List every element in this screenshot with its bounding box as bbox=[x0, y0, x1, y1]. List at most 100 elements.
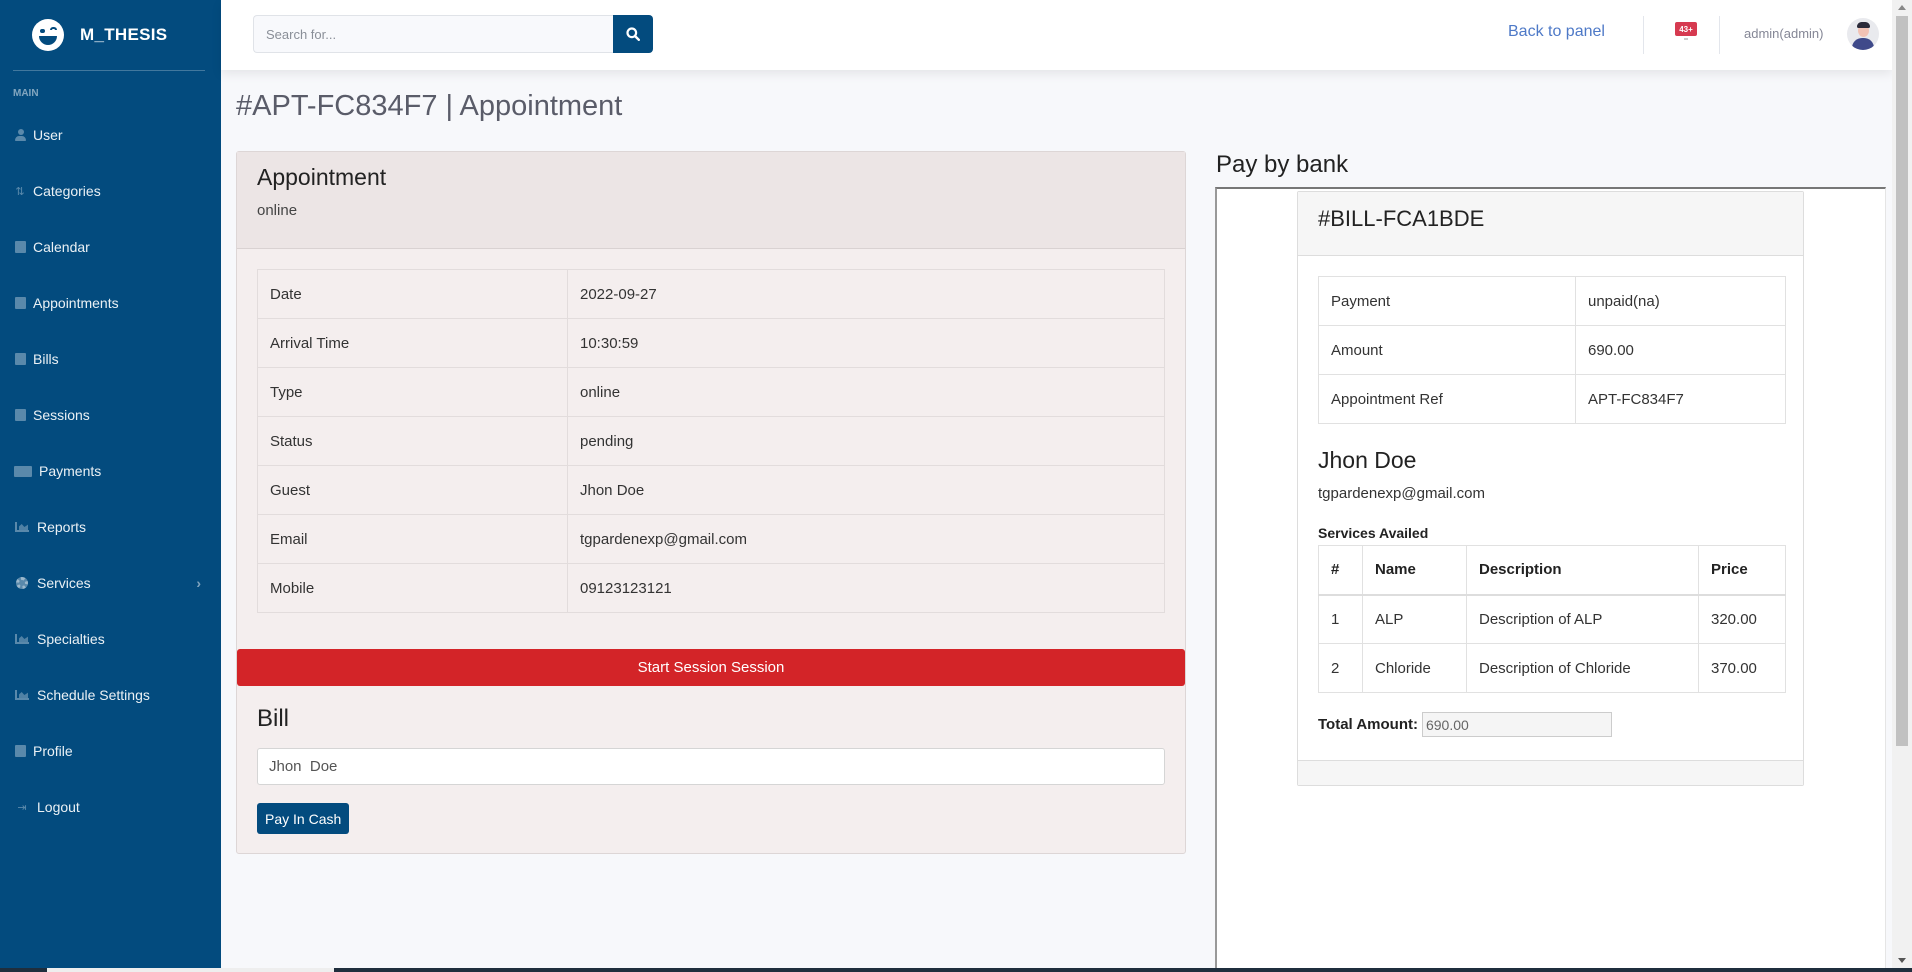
table-row: Type online bbox=[257, 367, 1165, 417]
table-header-row: # Name Description Price bbox=[1318, 545, 1786, 596]
sidebar-item-label: Sessions bbox=[33, 407, 90, 423]
column-header: Price bbox=[1698, 545, 1786, 596]
brand[interactable]: M_THESIS bbox=[0, 0, 221, 70]
bill-name-input[interactable] bbox=[257, 748, 1165, 785]
row-value: unpaid(na) bbox=[1575, 276, 1786, 326]
total-amount-field[interactable] bbox=[1421, 712, 1612, 737]
back-to-panel-link[interactable]: Back to panel bbox=[1508, 23, 1605, 41]
service-name: Chloride bbox=[1362, 643, 1467, 693]
appointment-details-table: Date 2022-09-27 Arrival Time 10:30:59 Ty… bbox=[257, 269, 1165, 613]
user-icon bbox=[13, 129, 27, 142]
column-header: Name bbox=[1362, 545, 1467, 596]
row-value: pending bbox=[567, 416, 1165, 466]
sidebar-item-bills[interactable]: Bills bbox=[0, 331, 221, 387]
sidebar-item-label: Calendar bbox=[33, 239, 90, 255]
chart-area-icon bbox=[13, 689, 31, 702]
sidebar-item-appointments[interactable]: Appointments bbox=[0, 275, 221, 331]
calendar-check-icon bbox=[13, 409, 27, 422]
sidebar-item-payments[interactable]: Payments bbox=[0, 443, 221, 499]
sidebar-item-specialties[interactable]: Specialties bbox=[0, 611, 221, 667]
start-session-button[interactable]: Start Session Session bbox=[237, 649, 1185, 686]
appointment-card-title: Appointment bbox=[257, 164, 387, 190]
service-name: ALP bbox=[1362, 594, 1467, 644]
user-name[interactable]: admin(admin) bbox=[1744, 26, 1823, 41]
topbar-divider bbox=[1643, 16, 1644, 54]
table-row: Appointment Ref APT-FC834F7 bbox=[1318, 374, 1786, 424]
appointment-card: Appointment online Date 2022-09-27 Arriv… bbox=[236, 151, 1186, 854]
pay-in-cash-button[interactable]: Pay In Cash bbox=[257, 803, 350, 834]
invoice-card: #BILL-FCA1BDE Payment unpaid(na) Amount … bbox=[1297, 191, 1804, 786]
scroll-up-arrow-icon[interactable] bbox=[1898, 5, 1906, 10]
table-row: Mobile 09123123121 bbox=[257, 563, 1165, 613]
bill-summary-table: Payment unpaid(na) Amount 690.00 Appoint… bbox=[1318, 276, 1786, 424]
service-description: Description of Chloride bbox=[1466, 643, 1699, 693]
search-input[interactable] bbox=[253, 15, 613, 53]
row-value: Jhon Doe bbox=[567, 465, 1165, 515]
sidebar-item-label: Profile bbox=[33, 743, 73, 759]
row-label: Amount bbox=[1318, 325, 1576, 375]
sidebar-item-label: Specialties bbox=[37, 631, 105, 647]
column-header: # bbox=[1318, 545, 1363, 596]
row-label: Arrival Time bbox=[257, 318, 568, 368]
total-amount-row: Total Amount: bbox=[1318, 712, 1612, 737]
sidebar-item-user[interactable]: User bbox=[0, 107, 221, 163]
sidebar-item-calendar[interactable]: Calendar bbox=[0, 219, 221, 275]
service-description: Description of ALP bbox=[1466, 594, 1699, 644]
row-value: APT-FC834F7 bbox=[1575, 374, 1786, 424]
bill-title: Bill bbox=[257, 705, 290, 732]
sidebar-item-profile[interactable]: Profile bbox=[0, 723, 221, 779]
sidebar-item-label: Categories bbox=[33, 183, 101, 199]
row-label: Email bbox=[257, 514, 568, 564]
topbar-divider bbox=[1719, 16, 1720, 54]
services-table: # Name Description Price 1 ALP Descripti… bbox=[1318, 545, 1786, 693]
search-button[interactable] bbox=[613, 15, 653, 53]
sidebar-heading: MAIN bbox=[13, 88, 39, 99]
chart-area-icon bbox=[13, 521, 31, 534]
sidebar-item-label: User bbox=[33, 127, 63, 143]
chevron-right-icon: › bbox=[196, 575, 201, 591]
sidebar-item-label: Reports bbox=[37, 519, 87, 535]
row-label: Status bbox=[257, 416, 568, 466]
customer-email: tgpardenexp@gmail.com bbox=[1318, 485, 1485, 502]
search-icon bbox=[626, 27, 640, 41]
appointment-card-subtitle: online bbox=[257, 202, 298, 219]
column-header: Description bbox=[1466, 545, 1699, 596]
row-label: Guest bbox=[257, 465, 568, 515]
table-row: 1 ALP Description of ALP 320.00 bbox=[1318, 594, 1786, 644]
sidebar-item-label: Logout bbox=[37, 799, 80, 815]
gear-icon bbox=[13, 577, 31, 590]
table-row: Status pending bbox=[257, 416, 1165, 466]
sort-numeric-icon: ⇅ bbox=[15, 185, 25, 198]
scroll-down-arrow-icon[interactable] bbox=[1898, 958, 1906, 963]
sidebar-item-label: Bills bbox=[33, 351, 59, 367]
avatar[interactable] bbox=[1847, 18, 1879, 50]
table-row: Arrival Time 10:30:59 bbox=[257, 318, 1165, 368]
row-value: online bbox=[567, 367, 1165, 417]
brand-name: M_THESIS bbox=[80, 25, 168, 44]
service-no: 1 bbox=[1318, 594, 1363, 644]
scrollbar-thumb[interactable] bbox=[1896, 16, 1908, 746]
row-label: Date bbox=[257, 269, 568, 319]
sidebar-item-schedule-settings[interactable]: Schedule Settings bbox=[0, 667, 221, 723]
bill-id: #BILL-FCA1BDE bbox=[1298, 192, 1803, 256]
row-value: 10:30:59 bbox=[567, 318, 1165, 368]
sidebar-item-categories[interactable]: ⇅ Categories bbox=[0, 163, 221, 219]
sidebar-item-services[interactable]: Services › bbox=[0, 555, 221, 611]
page-scrollbar[interactable] bbox=[1892, 0, 1912, 968]
sidebar-item-sessions[interactable]: Sessions bbox=[0, 387, 221, 443]
total-amount-label: Total Amount: bbox=[1318, 716, 1418, 733]
row-label: Payment bbox=[1318, 276, 1576, 326]
calendar-check-icon bbox=[13, 745, 27, 758]
sidebar-item-logout[interactable]: ⇥ Logout bbox=[0, 779, 221, 835]
page-title: #APT-FC834F7 | Appointment bbox=[236, 90, 623, 122]
row-label: Mobile bbox=[257, 563, 568, 613]
customer-name: Jhon Doe bbox=[1318, 447, 1417, 473]
invoice-footer bbox=[1298, 760, 1803, 785]
sidebar-item-reports[interactable]: Reports bbox=[0, 499, 221, 555]
row-label: Type bbox=[257, 367, 568, 417]
alerts-badge-icon[interactable]: 43+ bbox=[1675, 22, 1697, 36]
row-label: Appointment Ref bbox=[1318, 374, 1576, 424]
table-row: 2 Chloride Description of Chloride 370.0… bbox=[1318, 643, 1786, 693]
row-value: tgpardenexp@gmail.com bbox=[567, 514, 1165, 564]
table-row: Amount 690.00 bbox=[1318, 325, 1786, 375]
